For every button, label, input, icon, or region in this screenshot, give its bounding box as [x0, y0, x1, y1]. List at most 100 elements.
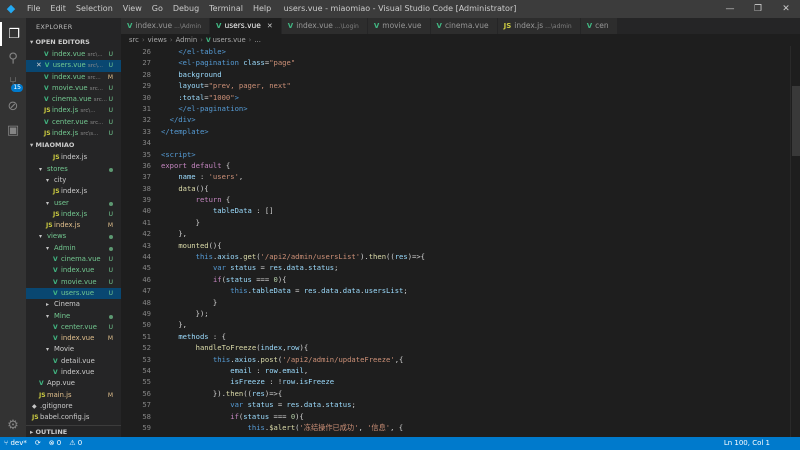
- tree-item[interactable]: JSindex.js U: [26, 209, 121, 220]
- tree-item[interactable]: ▾ Mine: [26, 311, 121, 322]
- git-branch-indicator[interactable]: ⑂ dev*: [4, 437, 27, 450]
- code-line[interactable]: email : row.email,: [161, 365, 800, 376]
- breadcrumb-item[interactable]: Admin: [176, 36, 198, 44]
- code-line[interactable]: if(status === 0){: [161, 411, 800, 422]
- menu-item-view[interactable]: View: [118, 0, 147, 18]
- tree-item[interactable]: Vcinema.vue U: [26, 254, 121, 265]
- open-editor-item[interactable]: ✕ Vusers.vue src\... U: [26, 60, 121, 72]
- tab-movie-vue[interactable]: Vmovie.vue: [367, 18, 431, 34]
- menu-item-terminal[interactable]: Terminal: [204, 0, 248, 18]
- code-line[interactable]: methods : {: [161, 331, 800, 342]
- code-line[interactable]: data(){: [161, 183, 800, 194]
- tab-users-vue[interactable]: Vusers.vue ✕: [210, 18, 282, 34]
- tab-index-js[interactable]: JS index.js ...\admin: [497, 18, 581, 34]
- tab-index-vue[interactable]: Vindex.vue ...\Admin: [121, 18, 211, 34]
- code-line[interactable]: this.$alert('冻结操作已成功', '信息', {: [161, 422, 800, 433]
- tree-item[interactable]: ▾ city: [26, 175, 121, 186]
- open-editor-item[interactable]: Vcinema.vue src... U: [26, 94, 121, 105]
- warnings-indicator[interactable]: ⚠ 0: [69, 437, 82, 450]
- code-line[interactable]: },: [161, 228, 800, 239]
- tree-item[interactable]: ▾ stores: [26, 164, 121, 175]
- code-line[interactable]: }: [161, 217, 800, 228]
- code-line[interactable]: this.tableData = res.data.data.usersList…: [161, 285, 800, 296]
- code-line[interactable]: if(status === 0){: [161, 274, 800, 285]
- source-control-icon[interactable]: ⑂ 15: [0, 70, 26, 94]
- tree-item[interactable]: ▾ views: [26, 231, 121, 242]
- tab-cinema-vue[interactable]: Vcinema.vue: [430, 18, 498, 34]
- code-line[interactable]: tableData : []: [161, 205, 800, 216]
- menu-item-help[interactable]: Help: [248, 0, 276, 18]
- close-window-button[interactable]: ✕: [772, 0, 800, 18]
- errors-indicator[interactable]: ⊗ 0: [49, 437, 62, 450]
- code-line[interactable]: this.axios.post('/api2/admin/updateFreez…: [161, 354, 800, 365]
- code-editor[interactable]: 26 27 28 29 30 31 32 33 34 35 36 37 38 39 40 41 42 43 44 45…: [121, 46, 800, 437]
- menu-item-selection[interactable]: Selection: [71, 0, 118, 18]
- project-header[interactable]: ▾ MIAOMIAO: [26, 139, 121, 153]
- code-line[interactable]: </div>: [161, 114, 800, 125]
- code-line[interactable]: }).then((res)=>{: [161, 388, 800, 399]
- open-editor-item[interactable]: JSindex.js src\... U: [26, 105, 121, 116]
- breadcrumb-item[interactable]: ...: [254, 36, 260, 44]
- code-line[interactable]: }: [161, 297, 800, 308]
- code-line[interactable]: :total="1000">: [161, 92, 800, 103]
- tree-item[interactable]: JSindex.js: [26, 186, 121, 197]
- code-line[interactable]: <el-pagination class="page": [161, 57, 800, 68]
- code-line[interactable]: background: [161, 69, 800, 80]
- maximize-button[interactable]: ❐: [744, 0, 772, 18]
- code-line[interactable]: name : 'users',: [161, 171, 800, 182]
- open-editor-item[interactable]: Vindex.vue src\... U: [26, 49, 121, 60]
- code-line[interactable]: <script>: [161, 149, 800, 160]
- code-line[interactable]: isFreeze : !row.isFreeze: [161, 376, 800, 387]
- cursor-position[interactable]: Ln 100, Col 1: [724, 437, 770, 450]
- tree-item[interactable]: Vusers.vue U: [26, 287, 121, 300]
- tab-index-vue[interactable]: Vindex.vue ...\Login: [281, 18, 368, 34]
- tree-item[interactable]: V App.vue: [26, 378, 121, 389]
- outline-header[interactable]: ▸ OUTLINE: [26, 425, 121, 437]
- sync-icon[interactable]: ⟳: [35, 437, 41, 450]
- open-editor-item[interactable]: Vindex.vue src... M: [26, 72, 121, 83]
- code-line[interactable]: var status = res.data.status;: [161, 399, 800, 410]
- extensions-icon[interactable]: ▣: [0, 118, 26, 142]
- close-tab-icon[interactable]: ✕: [267, 22, 273, 30]
- menu-item-edit[interactable]: Edit: [45, 0, 71, 18]
- minimize-button[interactable]: —: [716, 0, 744, 18]
- tree-item[interactable]: ▾ Movie: [26, 344, 121, 355]
- code-line[interactable]: </template>: [161, 126, 800, 137]
- tree-item[interactable]: ▾ user: [26, 198, 121, 209]
- tree-item[interactable]: ◆ .gitignore: [26, 401, 121, 412]
- scrollbar-thumb[interactable]: [792, 86, 800, 156]
- code-line[interactable]: },: [161, 319, 800, 330]
- code-line[interactable]: layout="prev, pager, next": [161, 80, 800, 91]
- code-line[interactable]: });: [161, 308, 800, 319]
- code-line[interactable]: return {: [161, 194, 800, 205]
- code-line[interactable]: this.axios.get('/api2/admin/usersList').…: [161, 251, 800, 262]
- code-line[interactable]: </el-table>: [161, 46, 800, 57]
- code-line[interactable]: export default {: [161, 160, 800, 171]
- code-line[interactable]: </el-pagination>: [161, 103, 800, 114]
- tree-item[interactable]: Vindex.vue U: [26, 265, 121, 276]
- code-line[interactable]: [161, 137, 800, 148]
- code-line[interactable]: var status = res.data.status;: [161, 262, 800, 273]
- search-icon[interactable]: ⚲: [0, 46, 26, 70]
- editor-scrollbar[interactable]: [790, 46, 800, 437]
- open-editor-item[interactable]: JSindex.js src\s... U: [26, 128, 121, 139]
- open-editor-item[interactable]: Vcenter.vue src... U: [26, 117, 121, 128]
- tree-item[interactable]: Vcenter.vue U: [26, 322, 121, 333]
- menu-item-debug[interactable]: Debug: [168, 0, 204, 18]
- tab-cen[interactable]: Vcen: [580, 18, 618, 34]
- tree-item[interactable]: ▾ Admin: [26, 243, 121, 254]
- tree-item[interactable]: ▸ Cinema: [26, 299, 121, 310]
- open-editors-header[interactable]: ▾ OPEN EDITORS: [26, 36, 121, 49]
- close-editor-icon[interactable]: ✕: [36, 61, 42, 69]
- tree-item[interactable]: JSbabel.config.js: [26, 412, 121, 423]
- tree-item[interactable]: JSindex.js: [26, 152, 121, 163]
- breadcrumb-item[interactable]: views: [148, 36, 167, 44]
- settings-gear-icon[interactable]: ⚙: [0, 413, 26, 437]
- code-line[interactable]: handleToFreeze(index,row){: [161, 342, 800, 353]
- tree-item[interactable]: JSindex.js M: [26, 220, 121, 231]
- tree-item[interactable]: Vdetail.vue: [26, 356, 121, 367]
- tree-item[interactable]: JSmain.js M: [26, 390, 121, 401]
- debug-icon[interactable]: ⊘: [0, 94, 26, 118]
- tree-item[interactable]: Vindex.vue: [26, 367, 121, 378]
- open-editor-item[interactable]: Vmovie.vue src... U: [26, 83, 121, 94]
